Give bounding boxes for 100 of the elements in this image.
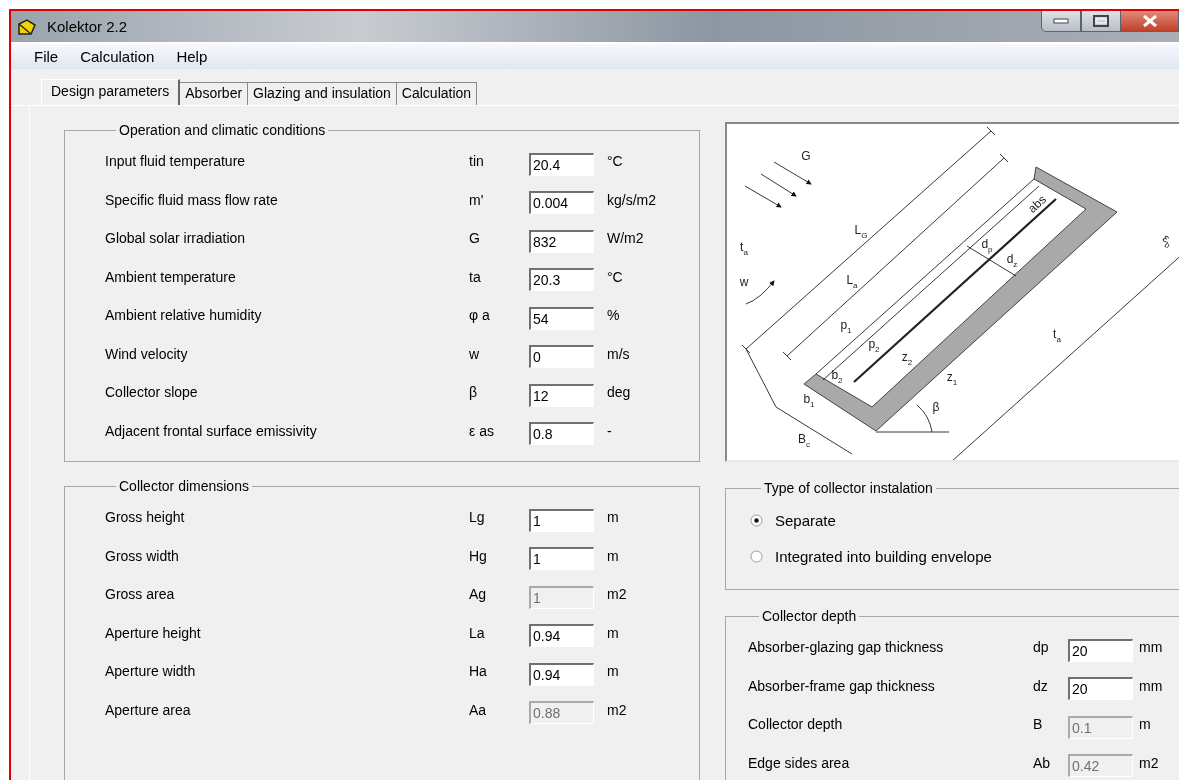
parameter-symbol: ta bbox=[469, 268, 482, 285]
tab[interactable]: Absorber bbox=[180, 82, 249, 105]
radio-label[interactable]: Integrated into building envelope bbox=[775, 547, 992, 565]
input-field[interactable]: 12 bbox=[529, 383, 594, 407]
parameter-symbol: Ag bbox=[469, 586, 488, 603]
parameter-label: Gross area bbox=[105, 586, 176, 603]
parameter-label: Wind velocity bbox=[105, 345, 189, 362]
input-field[interactable]: 0.94 bbox=[529, 624, 594, 648]
unit-label: m2 bbox=[607, 586, 628, 603]
parameter-label: Absorber-frame gap thickness bbox=[748, 677, 936, 694]
input-field[interactable]: 0.004 bbox=[529, 191, 594, 215]
diagram-label: d$_{p}$ bbox=[981, 238, 993, 254]
tab[interactable]: Glazing and insulation bbox=[248, 82, 397, 105]
parameter-symbol: dp bbox=[1033, 639, 1050, 656]
radio-button[interactable] bbox=[750, 549, 763, 563]
input-field[interactable]: 0 bbox=[529, 345, 594, 369]
parameter-symbol: Ha bbox=[469, 663, 488, 680]
input-field[interactable]: 20 bbox=[1068, 638, 1133, 662]
diagram-label: w bbox=[739, 276, 749, 288]
tab[interactable]: Design parameters bbox=[41, 79, 181, 105]
minimize-button[interactable] bbox=[1041, 11, 1081, 32]
parameter-label: Specific fluid mass flow rate bbox=[105, 191, 279, 208]
parameter-label: Global solar irradiation bbox=[105, 230, 247, 247]
parameter-label: Input fluid temperature bbox=[105, 153, 247, 170]
radio-button[interactable] bbox=[750, 513, 763, 527]
input-field[interactable]: 20.4 bbox=[529, 152, 594, 176]
diagram-label: z$_{2}$ bbox=[901, 351, 913, 367]
input-field[interactable]: 54 bbox=[529, 306, 594, 330]
menu-item[interactable]: File bbox=[23, 48, 70, 65]
parameter-symbol: Hg bbox=[469, 547, 488, 564]
parameter-symbol: β bbox=[469, 384, 479, 401]
minimize-icon bbox=[1053, 18, 1069, 24]
unit-label: m bbox=[607, 547, 620, 564]
maximize-button[interactable] bbox=[1081, 11, 1121, 32]
unit-label: m bbox=[607, 663, 620, 680]
unit-label: m bbox=[607, 624, 620, 641]
group-title: Operation and climatic conditions bbox=[118, 122, 327, 138]
window-title: Kolektor 2.2 bbox=[47, 18, 128, 35]
app-icon bbox=[17, 17, 37, 36]
input-field[interactable]: 1 bbox=[529, 547, 594, 571]
group-title: Type of collector instalation bbox=[763, 480, 934, 496]
parameter-label: Gross height bbox=[105, 509, 186, 526]
menu-item[interactable]: Calculation bbox=[69, 48, 166, 65]
unit-label: m/s bbox=[607, 345, 631, 362]
parameter-symbol: Lg bbox=[469, 509, 486, 526]
parameter-label: Aperture height bbox=[105, 624, 202, 641]
unit-label: °C bbox=[607, 268, 624, 285]
input-field[interactable]: 832 bbox=[529, 229, 594, 253]
diagram-label: β bbox=[932, 401, 940, 413]
menu-item[interactable]: Help bbox=[165, 48, 219, 65]
diagram-label: B$_{c}$ bbox=[798, 433, 810, 449]
unit-label: m2 bbox=[1139, 754, 1160, 771]
input-field[interactable]: 1 bbox=[529, 508, 594, 532]
parameter-label: Absorber-glazing gap thickness bbox=[748, 639, 945, 656]
group-title: Collector dimensions bbox=[118, 478, 250, 494]
parameter-label: Aperture area bbox=[105, 701, 192, 718]
maximize-icon bbox=[1093, 15, 1109, 27]
parameter-symbol: m' bbox=[469, 191, 485, 208]
radio-label[interactable]: Separate bbox=[775, 511, 836, 529]
parameter-symbol: w bbox=[469, 345, 481, 362]
diagram-label: z$_{1}$ bbox=[946, 371, 958, 387]
parameter-label: Aperture width bbox=[105, 663, 197, 680]
unit-label: W/m2 bbox=[607, 230, 645, 247]
diagram-label: G bbox=[801, 150, 811, 162]
unit-label: mm bbox=[1139, 677, 1164, 694]
unit-label: m bbox=[607, 509, 620, 526]
diagram-label: p$_{1}$ bbox=[840, 319, 852, 335]
parameter-label: Collector slope bbox=[105, 384, 199, 401]
input-field[interactable]: 0.94 bbox=[529, 662, 594, 686]
close-icon bbox=[1141, 15, 1158, 27]
parameter-label: Gross width bbox=[105, 547, 180, 564]
diagram-label: abs bbox=[1025, 193, 1049, 215]
parameter-label: Ambient relative humidity bbox=[105, 307, 263, 324]
diagram-label: d$_{z}$ bbox=[1006, 253, 1018, 269]
parameter-label: Collector depth bbox=[748, 716, 844, 733]
tab[interactable]: Calculation bbox=[396, 82, 478, 105]
parameter-symbol: Ab bbox=[1033, 754, 1052, 771]
parameter-symbol: B bbox=[1033, 716, 1044, 733]
diagram-label: L$_{a}$ bbox=[846, 274, 858, 290]
input-field[interactable]: 0.8 bbox=[529, 422, 594, 446]
group-title: Collector depth bbox=[761, 608, 858, 624]
diagram-label: t$_{a}$ bbox=[740, 241, 748, 257]
unit-label: m bbox=[1139, 716, 1152, 733]
unit-label: % bbox=[607, 307, 621, 324]
parameter-symbol: Aa bbox=[469, 701, 488, 718]
input-field[interactable]: 20 bbox=[1068, 677, 1133, 701]
parameter-label: Adjacent frontal surface emissivity bbox=[105, 422, 318, 439]
parameter-symbol: ε as bbox=[469, 422, 495, 439]
input-field[interactable]: 20.3 bbox=[529, 268, 594, 292]
parameter-symbol: La bbox=[469, 624, 486, 641]
unit-label: m2 bbox=[607, 701, 628, 718]
unit-label: mm bbox=[1139, 639, 1164, 656]
diagram-label: p$_{2}$ bbox=[868, 338, 880, 354]
parameter-symbol: tin bbox=[469, 153, 485, 170]
diagram-label: b$_{1}$ bbox=[803, 393, 815, 409]
unit-label: deg bbox=[607, 384, 632, 401]
close-button[interactable] bbox=[1121, 11, 1179, 32]
parameter-symbol: dz bbox=[1033, 677, 1049, 694]
parameter-label: Ambient temperature bbox=[105, 268, 237, 285]
diagram-label: b$_{2}$ bbox=[831, 369, 843, 385]
